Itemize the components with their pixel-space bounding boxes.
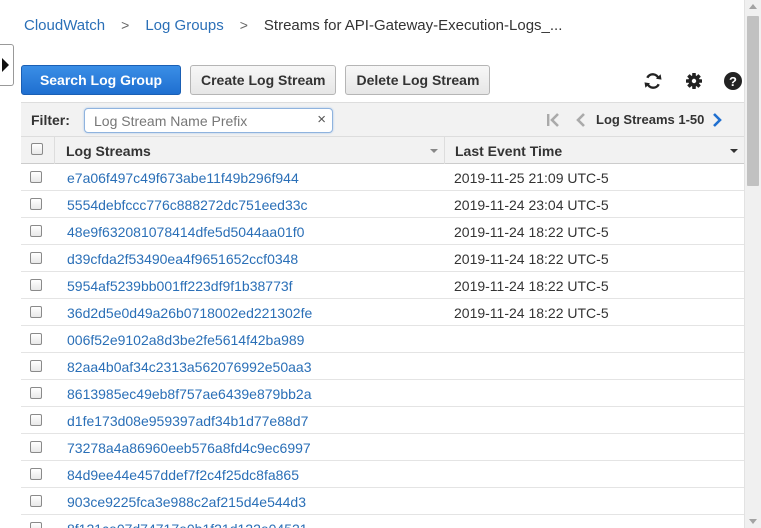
- sort-caret-icon: [730, 149, 738, 153]
- row-checkbox[interactable]: [30, 468, 42, 480]
- chevron-left-icon[interactable]: [575, 112, 587, 128]
- gear-icon: [686, 73, 702, 89]
- row-checkbox[interactable]: [30, 171, 42, 183]
- scroll-down-icon[interactable]: [749, 519, 757, 524]
- delete-log-stream-button[interactable]: Delete Log Stream: [345, 65, 491, 95]
- breadcrumb-cloudwatch[interactable]: CloudWatch: [24, 17, 105, 34]
- column-header-log-streams[interactable]: Log Streams: [55, 137, 444, 164]
- table-row: d39cfda2f53490ea4f9651652ccf0348 2019-11…: [21, 245, 744, 272]
- breadcrumb: CloudWatch > Log Groups > Streams for AP…: [24, 15, 562, 35]
- row-checkbox[interactable]: [30, 522, 42, 528]
- table-row: d1fe173d08e959397adf34b1d77e88d7: [21, 407, 744, 434]
- last-event-time: 2019-11-24 18:22 UTC-5: [454, 305, 609, 321]
- settings-button[interactable]: [684, 71, 704, 91]
- select-all-checkbox[interactable]: [31, 143, 43, 155]
- row-checkbox[interactable]: [30, 441, 42, 453]
- table-row: 8f121ce07d74717e0b1f21d122e04521: [21, 515, 744, 528]
- log-stream-link[interactable]: d39cfda2f53490ea4f9651652ccf0348: [67, 251, 298, 267]
- row-checkbox[interactable]: [30, 306, 42, 318]
- log-streams-table: e7a06f497c49f673abe11f49b296f944 2019-11…: [21, 164, 744, 528]
- column-header-last-event-time[interactable]: Last Event Time: [445, 137, 744, 164]
- breadcrumb-log-groups[interactable]: Log Groups: [145, 17, 223, 34]
- table-row: 006f52e9102a8d3be2fe5614f42ba989: [21, 326, 744, 353]
- refresh-button[interactable]: [643, 71, 663, 91]
- refresh-icon: [644, 73, 662, 89]
- create-log-stream-button[interactable]: Create Log Stream: [190, 65, 337, 95]
- row-checkbox[interactable]: [30, 252, 42, 264]
- toolbar: Search Log Group Create Log Stream Delet…: [21, 65, 491, 95]
- log-stream-prefix-input[interactable]: [94, 112, 304, 130]
- help-icon: ?: [724, 72, 742, 90]
- row-checkbox[interactable]: [30, 414, 42, 426]
- scrollbar-thumb[interactable]: [747, 16, 759, 186]
- table-row: 82aa4b0af34c2313a562076992e50aa3: [21, 353, 744, 380]
- last-event-time: 2019-11-25 21:09 UTC-5: [454, 170, 609, 186]
- row-checkbox[interactable]: [30, 333, 42, 345]
- chevron-right-icon[interactable]: [711, 112, 723, 128]
- filter-bar: Filter: × Log Streams 1-50: [21, 102, 744, 137]
- scroll-up-icon[interactable]: [749, 4, 757, 9]
- log-stream-link[interactable]: 8613985ec49eb8f757ae6439e879bb2a: [67, 386, 311, 402]
- log-stream-link[interactable]: 36d2d5e0d49a26b0718002ed221302fe: [67, 305, 312, 321]
- log-stream-link[interactable]: 5554debfccc776c888272dc751eed33c: [67, 197, 308, 213]
- table-row: 36d2d5e0d49a26b0718002ed221302fe 2019-11…: [21, 299, 744, 326]
- close-icon[interactable]: ×: [317, 111, 326, 128]
- table-row: 5954af5239bb001ff223df9f1b38773f 2019-11…: [21, 272, 744, 299]
- log-stream-link[interactable]: 006f52e9102a8d3be2fe5614f42ba989: [67, 332, 304, 348]
- help-button[interactable]: ?: [723, 71, 743, 91]
- column-header-label: Last Event Time: [455, 143, 563, 159]
- filter-label: Filter:: [31, 112, 70, 128]
- log-stream-link[interactable]: 73278a4a86960eeb576a8fd4c9ec6997: [67, 440, 311, 456]
- table-row: e7a06f497c49f673abe11f49b296f944 2019-11…: [21, 164, 744, 191]
- table-row: 84d9ee44e457ddef7f2c4f25dc8fa865: [21, 461, 744, 488]
- table-row: 5554debfccc776c888272dc751eed33c 2019-11…: [21, 191, 744, 218]
- last-event-time: 2019-11-24 18:22 UTC-5: [454, 224, 609, 240]
- table-row: 8613985ec49eb8f757ae6439e879bb2a: [21, 380, 744, 407]
- table-row: 48e9f632081078414dfe5d5044aa01f0 2019-11…: [21, 218, 744, 245]
- search-log-group-button[interactable]: Search Log Group: [21, 65, 181, 95]
- breadcrumb-current: Streams for API-Gateway-Execution-Logs_.…: [263, 16, 563, 34]
- filter-input-wrapper: ×: [84, 108, 333, 133]
- log-stream-link[interactable]: 8f121ce07d74717e0b1f21d122e04521: [67, 521, 308, 528]
- expand-panel-icon: [2, 58, 9, 72]
- column-header-label: Log Streams: [66, 143, 151, 159]
- row-checkbox[interactable]: [30, 495, 42, 507]
- log-stream-link[interactable]: 48e9f632081078414dfe5d5044aa01f0: [67, 224, 304, 240]
- last-event-time: 2019-11-24 18:22 UTC-5: [454, 278, 609, 294]
- row-checkbox[interactable]: [30, 360, 42, 372]
- last-event-time: 2019-11-24 23:04 UTC-5: [454, 197, 609, 213]
- first-page-icon[interactable]: [545, 112, 561, 128]
- sort-caret-icon: [430, 149, 438, 153]
- breadcrumb-separator: >: [121, 17, 130, 33]
- breadcrumb-separator: >: [239, 17, 248, 33]
- row-checkbox[interactable]: [30, 387, 42, 399]
- log-stream-link[interactable]: e7a06f497c49f673abe11f49b296f944: [67, 170, 299, 186]
- log-stream-link[interactable]: d1fe173d08e959397adf34b1d77e88d7: [67, 413, 308, 429]
- row-checkbox[interactable]: [30, 279, 42, 291]
- log-stream-link[interactable]: 82aa4b0af34c2313a562076992e50aa3: [67, 359, 311, 375]
- log-stream-link[interactable]: 84d9ee44e457ddef7f2c4f25dc8fa865: [67, 467, 299, 483]
- log-stream-link[interactable]: 903ce9225fca3e988c2af215d4e544d3: [67, 494, 306, 510]
- last-event-time: 2019-11-24 18:22 UTC-5: [454, 251, 609, 267]
- pager-label: Log Streams 1-50: [596, 112, 705, 127]
- row-checkbox[interactable]: [30, 198, 42, 210]
- table-row: 73278a4a86960eeb576a8fd4c9ec6997: [21, 434, 744, 461]
- table-header: Log Streams Last Event Time: [21, 137, 744, 164]
- table-row: 903ce9225fca3e988c2af215d4e544d3: [21, 488, 744, 515]
- vertical-scrollbar[interactable]: [744, 0, 761, 528]
- svg-text:?: ?: [729, 74, 737, 89]
- log-stream-link[interactable]: 5954af5239bb001ff223df9f1b38773f: [67, 278, 293, 294]
- select-all-cell: [21, 137, 55, 164]
- row-checkbox[interactable]: [30, 225, 42, 237]
- expand-panel-button[interactable]: [0, 44, 14, 86]
